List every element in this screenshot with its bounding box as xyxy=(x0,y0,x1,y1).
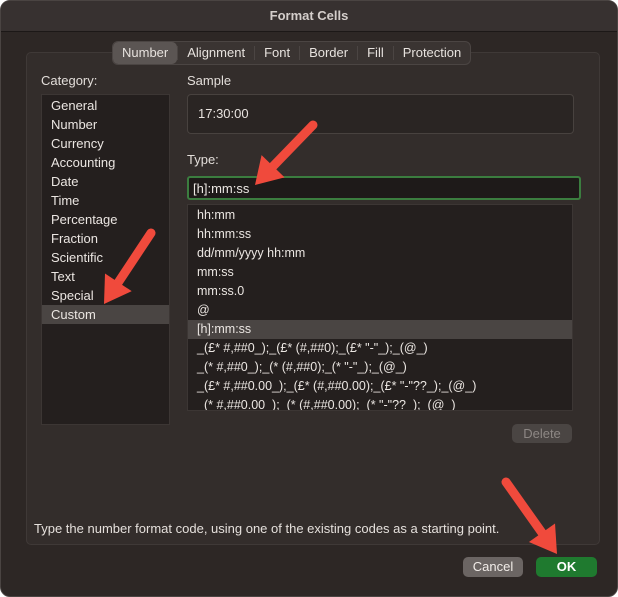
format-code-item[interactable]: _(£* #,##0_);_(£* (#,##0);_(£* "-"_);_(@… xyxy=(188,339,572,358)
cancel-button[interactable]: Cancel xyxy=(463,557,523,577)
category-list[interactable]: General Number Currency Accounting Date Time P… xyxy=(41,94,170,425)
category-item-number[interactable]: Number xyxy=(42,115,169,134)
format-cells-dialog: Format Cells Number Alignment Font Border Fi… xyxy=(0,0,618,597)
format-code-item[interactable]: @ xyxy=(188,301,572,320)
category-item-general[interactable]: General xyxy=(42,96,169,115)
format-code-item[interactable]: [h]:mm:ss xyxy=(188,320,572,339)
format-code-item[interactable]: _(£* #,##0.00_);_(£* (#,##0.00);_(£* "-"… xyxy=(188,377,572,396)
category-item-custom[interactable]: Custom xyxy=(42,305,169,324)
sample-box: 17:30:00 xyxy=(187,94,574,134)
title-bar: Format Cells xyxy=(1,1,617,32)
category-item-special[interactable]: Special xyxy=(42,286,169,305)
category-item-text[interactable]: Text xyxy=(42,267,169,286)
category-item-time[interactable]: Time xyxy=(42,191,169,210)
format-code-item[interactable]: mm:ss xyxy=(188,263,572,282)
tab-bar: Number Alignment Font Border Fill Protection xyxy=(112,41,472,65)
tab-font[interactable]: Font xyxy=(255,42,299,64)
tab-border[interactable]: Border xyxy=(300,42,357,64)
format-code-item[interactable]: dd/mm/yyyy hh:mm xyxy=(188,244,572,263)
format-code-list[interactable]: hh:mm hh:mm:ss dd/mm/yyyy hh:mm mm:ss mm:ss.… xyxy=(187,204,573,411)
format-code-item[interactable]: hh:mm xyxy=(188,206,572,225)
category-item-fraction[interactable]: Fraction xyxy=(42,229,169,248)
category-item-date[interactable]: Date xyxy=(42,172,169,191)
window-title: Format Cells xyxy=(269,8,349,23)
category-label: Category: xyxy=(41,73,98,88)
format-code-item[interactable]: _(* #,##0.00_);_(* (#,##0.00);_(* "-"??_… xyxy=(188,396,572,410)
ok-button[interactable]: OK xyxy=(536,557,597,577)
category-item-accounting[interactable]: Accounting xyxy=(42,153,169,172)
delete-button[interactable]: Delete xyxy=(512,424,572,443)
type-label: Type: xyxy=(187,152,219,167)
tab-fill[interactable]: Fill xyxy=(358,42,393,64)
format-code-item[interactable]: _(* #,##0_);_(* (#,##0);_(* "-"_);_(@_) xyxy=(188,358,572,377)
category-item-scientific[interactable]: Scientific xyxy=(42,248,169,267)
tab-protection[interactable]: Protection xyxy=(394,42,471,64)
category-item-currency[interactable]: Currency xyxy=(42,134,169,153)
tab-alignment[interactable]: Alignment xyxy=(178,42,254,64)
category-item-percentage[interactable]: Percentage xyxy=(42,210,169,229)
format-code-item[interactable]: hh:mm:ss xyxy=(188,225,572,244)
format-code-item[interactable]: mm:ss.0 xyxy=(188,282,572,301)
hint-text: Type the number format code, using one o… xyxy=(34,521,500,536)
type-input[interactable] xyxy=(187,176,581,200)
sample-label: Sample xyxy=(187,73,232,88)
sample-value: 17:30:00 xyxy=(198,106,249,121)
tab-number[interactable]: Number xyxy=(113,42,178,64)
